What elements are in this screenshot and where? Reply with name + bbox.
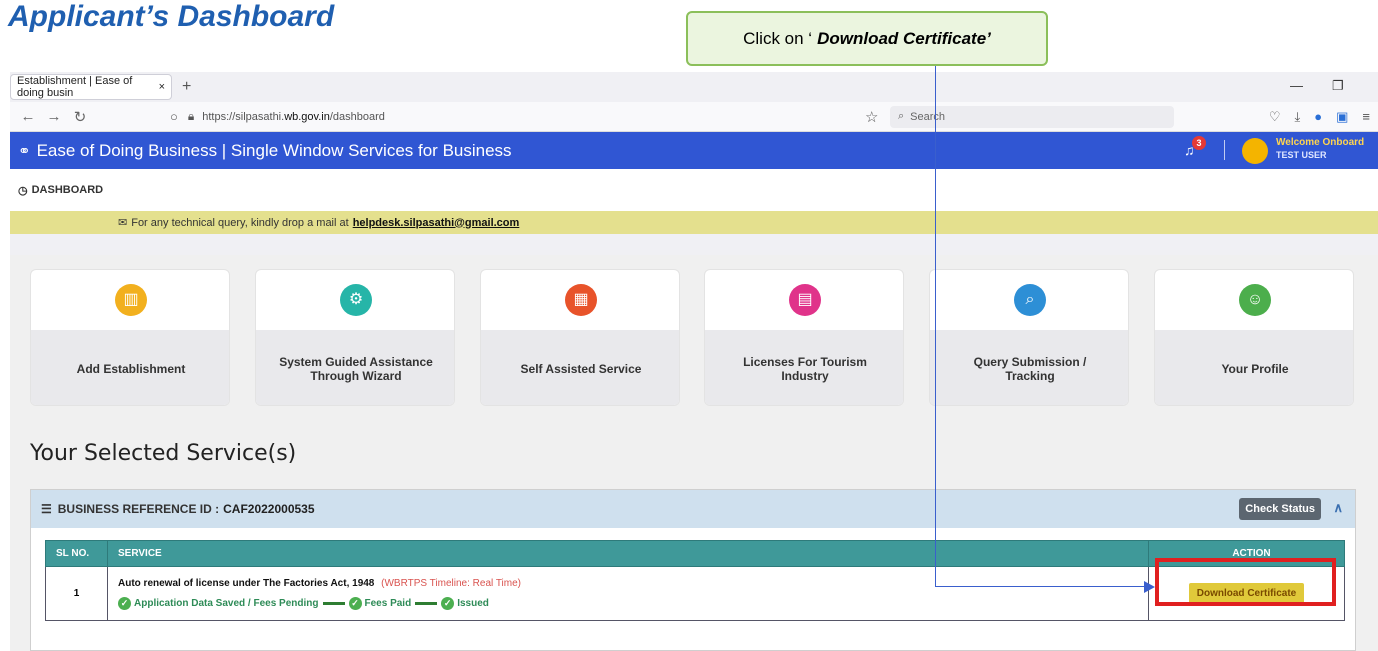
ref-label: BUSINESS REFERENCE ID : [57,502,220,516]
avatar[interactable] [1242,138,1268,164]
card-label: Query Submission / Tracking [930,330,1128,405]
col-slno: SL NO. [45,540,108,567]
ref-id: CAF2022000535 [223,502,315,516]
header-divider [1224,140,1225,160]
check-status-button[interactable]: Check Status [1239,498,1321,520]
back-icon[interactable]: ← [20,108,36,125]
step-saved: Application Data Saved / Fees Pending [134,597,319,609]
document-title: Applicant’s Dashboard [8,0,335,33]
tab-close-icon[interactable]: × [159,81,165,93]
service-timeline: (WBRTPS Timeline: Real Time) [381,577,521,589]
license-icon: ▤ [789,284,821,316]
search-placeholder: Search [910,110,946,123]
building-icon: ▥ [115,284,147,316]
forward-icon[interactable]: → [46,108,62,125]
lock-icon: 🔒︎ [187,109,195,123]
callout-prefix: Click on ‘ [743,28,813,48]
table-row: 1 Auto renewal of license under The Fact… [45,566,1345,621]
card-add-establishment[interactable]: ▥ Add Establishment [30,269,230,406]
main-menu: ◷ DASHBOARD [10,169,1378,211]
status-steps: ✓ Application Data Saved / Fees Pending … [118,596,1148,610]
section-title: Your Selected Service(s) [30,441,297,466]
step-connector [322,601,345,605]
notice-text: For any technical query, kindly drop a m… [131,216,349,229]
menu-item-dashboard[interactable]: DASHBOARD [32,184,104,196]
extension-icon[interactable]: ● [1314,109,1322,125]
arrow-head-icon [1144,581,1155,593]
callout-connector-line [935,66,936,587]
dashboard-icon: ◷ [18,184,28,197]
reader-icon[interactable]: ▣ [1336,109,1348,125]
callout-connector-line [935,586,1151,587]
card-tourism-licenses[interactable]: ▤ Licenses For Tourism Industry [704,269,904,406]
mail-icon: ✉ [118,217,128,229]
toolbar-icons: ♡ ⤓ ● ▣ ≡ [1269,109,1370,125]
search-icon: ⌕ [898,110,905,122]
navigation-bar: ← → ↻ ○ 🔒︎ https://silpasathi. wb.gov.in /… [10,102,1378,132]
site-brand[interactable]: Ease of Doing Business | Single Window S… [37,141,512,161]
welcome-text: Welcome Onboard [1276,137,1365,148]
grid-icon: ▦ [565,284,597,316]
org-icon: ⚭ [18,142,31,160]
check-icon: ✓ [441,596,455,610]
download-icon[interactable]: ⤓ [1295,109,1301,125]
step-connector [415,601,438,605]
table-header: SL NO. SERVICE ACTION [45,540,1345,567]
check-icon: ✓ [118,596,131,610]
panel-header: ☰ BUSINESS REFERENCE ID : CAF2022000535 … [31,490,1355,528]
shield-icon: ○ [170,109,178,124]
highlight-box [1155,558,1336,606]
profile-icon: ☺ [1239,284,1271,316]
step-paid: Fees Paid [364,597,412,609]
url-path: /dashboard [329,110,385,123]
service-cards: ▥ Add Establishment ⚙ System Guided Assi… [30,269,1354,409]
card-label: System Guided Assistance Through Wizard [256,330,454,405]
step-issued: Issued [457,597,489,609]
new-tab-button[interactable]: + [182,78,191,96]
card-label: Licenses For Tourism Industry [705,330,903,405]
restore-icon[interactable]: ❐ [1332,78,1344,94]
card-label: Self Assisted Service [481,330,679,405]
bookmark-star-icon[interactable]: ☆ [865,108,878,126]
chevron-up-icon[interactable]: ∧ [1333,500,1343,516]
gear-icon: ⚙ [340,284,372,316]
site-header: ⚭ Ease of Doing Business | Single Window… [10,132,1378,169]
user-name: TEST USER [1276,150,1327,160]
notification-badge: 3 [1192,136,1206,150]
card-label: Add Establishment [31,330,229,405]
url-prefix: https://silpasathi. [202,110,285,123]
card-self-assisted[interactable]: ▦ Self Assisted Service [480,269,680,406]
reload-icon[interactable]: ↻ [72,108,88,126]
tutorial-page: Applicant’s Dashboard Click on ‘Download… [0,0,1378,651]
minimize-icon[interactable]: — [1290,78,1303,93]
card-label: Your Profile [1155,330,1353,405]
tab-title: Establishment | Ease of doing busin [17,75,133,99]
browser-tab[interactable]: Establishment | Ease of doing busin × [10,74,172,100]
browser-search-input[interactable]: ⌕ Search [890,105,1174,128]
col-service: SERVICE [107,540,1149,567]
notice-bar: ✉ For any technical query, kindly drop a… [10,211,1378,234]
search-icon: ⌕ [1014,284,1046,316]
address-bar[interactable]: ○ 🔒︎ https://silpasathi. wb.gov.in/dashbo… [170,109,385,124]
user-menu[interactable]: Welcome Onboard TEST USER [1276,137,1364,161]
card-guided-assistance[interactable]: ⚙ System Guided Assistance Through Wizar… [255,269,455,406]
instruction-callout: Click on ‘Download Certificate’ [686,11,1048,66]
card-query-tracking[interactable]: ⌕ Query Submission / Tracking [929,269,1129,406]
check-icon: ✓ [348,596,362,610]
callout-emphasis: Download Certificate’ [817,28,991,48]
pocket-icon[interactable]: ♡ [1269,109,1281,125]
row-service: Auto renewal of license under The Factor… [107,566,1149,621]
card-your-profile[interactable]: ☺ Your Profile [1154,269,1354,406]
url-domain: wb.gov.in [284,110,330,123]
service-name: Auto renewal of license under The Factor… [118,577,375,589]
row-slno: 1 [45,566,108,621]
menu-icon[interactable]: ≡ [1362,109,1370,125]
list-icon: ☰ [41,502,52,516]
tab-bar: Establishment | Ease of doing busin × + … [10,72,1378,102]
helpdesk-email-link[interactable]: helpdesk.silpasathi@gmail.com [353,217,520,229]
